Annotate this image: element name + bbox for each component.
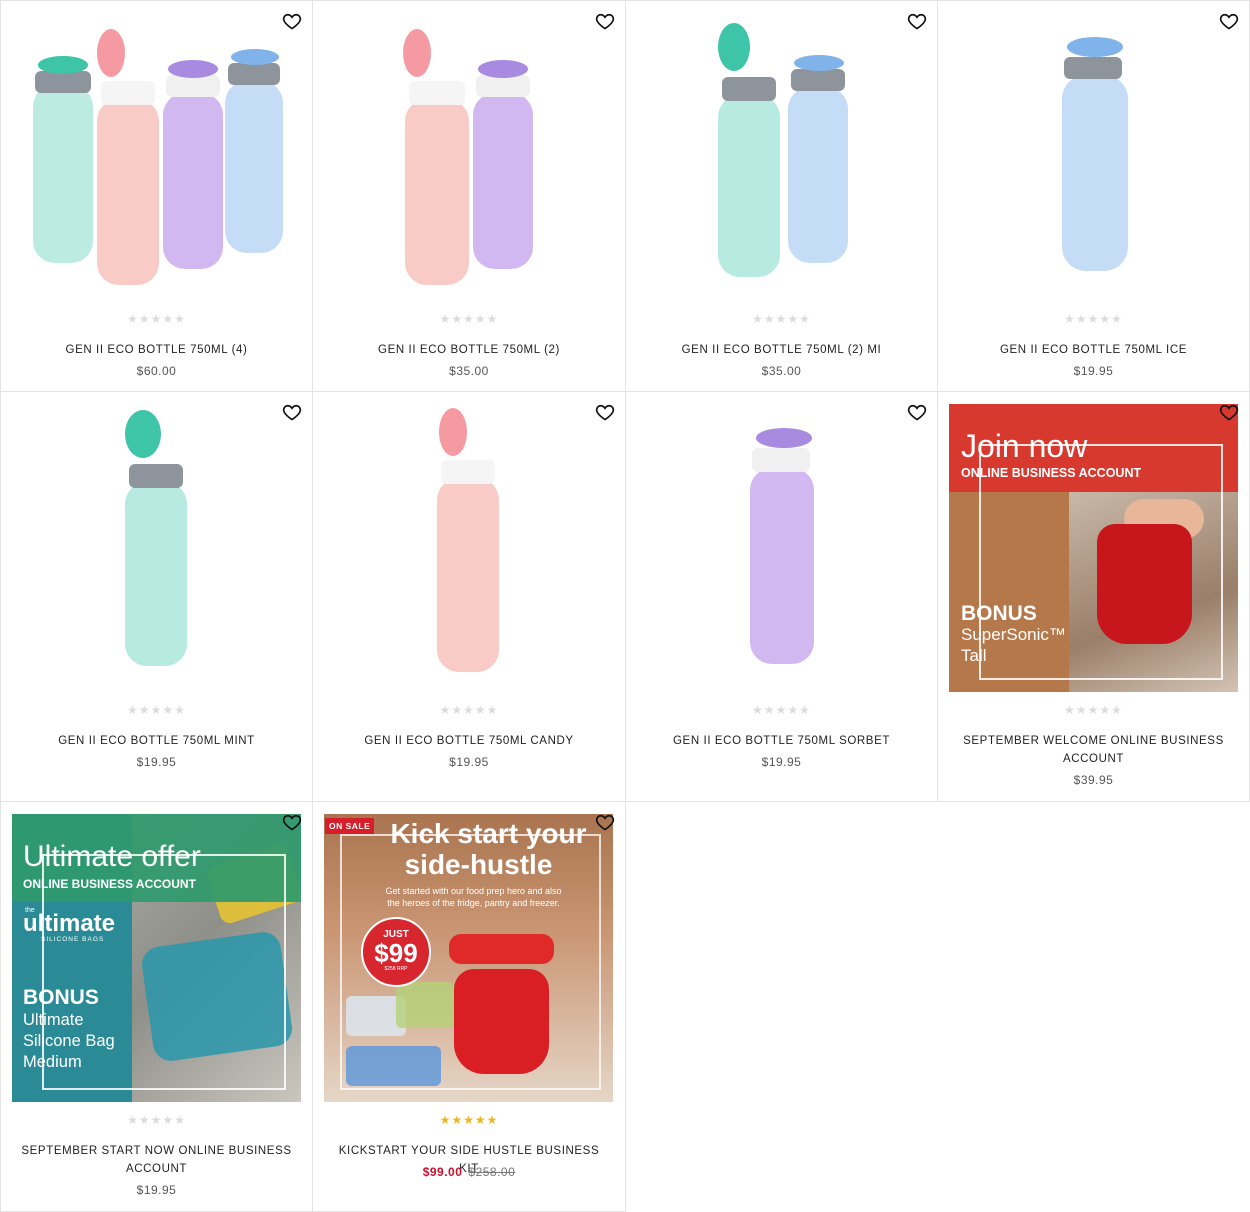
- promo-banner-ultimate-offer[interactable]: Ultimate offer ONLINE BUSINESS ACCOUNT t…: [12, 814, 301, 1102]
- product-card[interactable]: Ultimate offer ONLINE BUSINESS ACCOUNT t…: [0, 801, 313, 1212]
- rating-stars: ★★★★★: [439, 1113, 499, 1127]
- banner-bonus-line: Ultimate: [23, 1011, 84, 1029]
- product-price: $19.95: [136, 1183, 177, 1197]
- banner-bonus-line: Medium: [23, 1053, 82, 1071]
- product-price: $35.00: [449, 364, 489, 378]
- product-price: $19.95: [449, 755, 489, 769]
- rating-stars: ★★★★★: [752, 703, 811, 717]
- product-price: $60.00: [136, 364, 177, 378]
- banner-subhead: ONLINE BUSINESS ACCOUNT: [23, 877, 196, 891]
- promo-banner-join-now[interactable]: Join now ONLINE BUSINESS ACCOUNT BONUS S…: [949, 404, 1238, 692]
- rating-stars: ★★★★★: [439, 312, 499, 326]
- logo-subtitle: SILICONE BAGS: [41, 936, 105, 943]
- product-image[interactable]: [626, 392, 939, 682]
- product-image[interactable]: [313, 1, 627, 291]
- container-image: [346, 1046, 441, 1086]
- price-badge: JUST $99 $258 RRP: [361, 917, 431, 987]
- product-title[interactable]: GEN II ECO BOTTLE 750ML ICE: [958, 341, 1229, 359]
- product-title[interactable]: GEN II ECO BOTTLE 750ML (4): [21, 341, 292, 359]
- rating-stars: ★★★★★: [439, 703, 499, 717]
- banner-tagline: Get started with our food prep hero and …: [385, 886, 562, 896]
- product-image[interactable]: [1, 392, 314, 682]
- rating-stars: ★★★★★: [1064, 703, 1123, 717]
- product-title[interactable]: GEN II ECO BOTTLE 750ML (2): [333, 341, 605, 359]
- product-price: $35.00: [761, 364, 802, 378]
- chopper-image: [454, 969, 549, 1074]
- product-price: $19.95: [1073, 364, 1114, 378]
- product-card[interactable]: ★★★★★ GEN II ECO BOTTLE 750ML MINT $19.9…: [0, 391, 313, 802]
- product-title[interactable]: GEN II ECO BOTTLE 750ML (2) MI: [646, 341, 917, 359]
- banner-bonus-line: SuperSonic™: [961, 625, 1066, 644]
- product-title[interactable]: SEPTEMBER START NOW ONLINE BUSINESS ACCO…: [21, 1142, 292, 1178]
- banner-bonus: BONUS: [961, 602, 1037, 625]
- product-price: $39.95: [1073, 773, 1114, 787]
- product-title[interactable]: GEN II ECO BOTTLE 750ML CANDY: [333, 732, 605, 750]
- banner-bonus: BONUS: [23, 986, 99, 1009]
- banner-headline: side-hustle: [404, 849, 553, 880]
- rating-stars: ★★★★★: [127, 312, 186, 326]
- banner-bonus-line: Tall: [961, 646, 987, 665]
- product-card[interactable]: ON SALE Kick start your side-hustle Get …: [312, 801, 626, 1212]
- product-card[interactable]: ★★★★★ GEN II ECO BOTTLE 750ML CANDY $19.…: [312, 391, 626, 802]
- wishlist-heart-icon[interactable]: [1219, 402, 1239, 422]
- product-price: $19.95: [136, 755, 177, 769]
- wishlist-heart-icon[interactable]: [595, 812, 615, 832]
- original-price: $258.00: [468, 1165, 516, 1179]
- product-title[interactable]: SEPTEMBER WELCOME ONLINE BUSINESS ACCOUN…: [958, 732, 1229, 768]
- sale-price: $99.00: [422, 1165, 463, 1179]
- product-card[interactable]: ★★★★★ GEN II ECO BOTTLE 750ML ICE $19.95: [937, 0, 1250, 392]
- product-image[interactable]: [1, 1, 314, 291]
- product-title[interactable]: GEN II ECO BOTTLE 750ML SORBET: [646, 732, 917, 750]
- container-image: [396, 982, 454, 1028]
- rating-stars: ★★★★★: [127, 703, 186, 717]
- product-card[interactable]: ★★★★★ GEN II ECO BOTTLE 750ML SORBET $19…: [625, 391, 938, 802]
- rating-stars: ★★★★★: [127, 1113, 186, 1127]
- product-image[interactable]: [938, 1, 1250, 291]
- chopper-lid-image: [449, 934, 554, 964]
- banner-headline: Kick start your: [390, 818, 587, 849]
- rating-stars: ★★★★★: [752, 312, 811, 326]
- product-card[interactable]: ★★★★★ GEN II ECO BOTTLE 750ML (2) MI $35…: [625, 0, 938, 392]
- wishlist-heart-icon[interactable]: [282, 812, 302, 832]
- product-card[interactable]: ★★★★★ GEN II ECO BOTTLE 750ML (4) $60.00: [0, 0, 313, 392]
- banner-headline: Ultimate offer: [23, 840, 201, 873]
- product-image[interactable]: [313, 392, 627, 682]
- product-image[interactable]: [626, 1, 939, 291]
- ultimate-logo: ultimate: [23, 910, 116, 937]
- promo-banner-kickstart[interactable]: ON SALE Kick start your side-hustle Get …: [324, 814, 613, 1102]
- banner-tagline: the heroes of the fridge, pantry and fre…: [387, 898, 560, 908]
- banner-headline: Join now: [961, 428, 1088, 464]
- banner-subhead: ONLINE BUSINESS ACCOUNT: [961, 466, 1142, 480]
- product-price: $19.95: [761, 755, 802, 769]
- product-title[interactable]: GEN II ECO BOTTLE 750ML MINT: [21, 732, 292, 750]
- product-price: $99.00 $258.00: [313, 1165, 625, 1179]
- banner-bonus-line: Silicone Bag: [23, 1032, 115, 1050]
- product-card[interactable]: ★★★★★ GEN II ECO BOTTLE 750ML (2) $35.00: [312, 0, 626, 392]
- rating-stars: ★★★★★: [1064, 312, 1123, 326]
- product-card[interactable]: Join now ONLINE BUSINESS ACCOUNT BONUS S…: [937, 391, 1250, 802]
